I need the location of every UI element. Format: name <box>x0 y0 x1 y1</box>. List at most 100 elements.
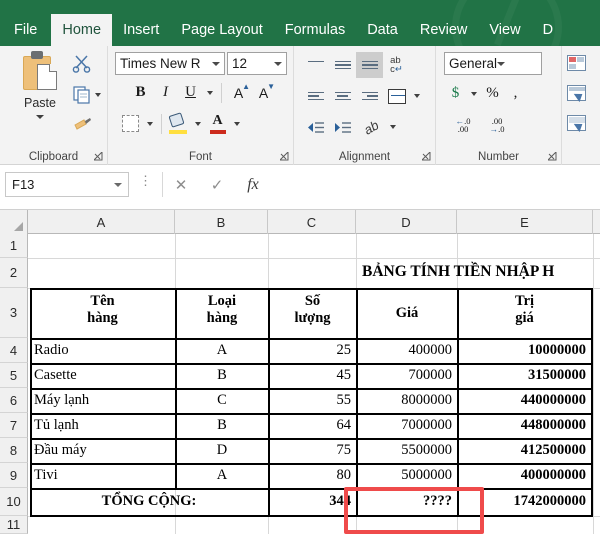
paste-dropdown-caret-icon[interactable] <box>36 115 44 119</box>
header-cell-type[interactable]: Loại hàng <box>177 290 267 336</box>
table-row[interactable]: D <box>177 439 267 462</box>
total-label-cell[interactable]: TỔNG CỘNG: <box>31 489 267 514</box>
copy-button[interactable] <box>72 84 101 109</box>
tab-home[interactable]: Home <box>51 14 113 46</box>
tab-file[interactable]: File <box>0 14 51 46</box>
fill-color-button[interactable] <box>166 111 191 136</box>
column-header-f[interactable] <box>593 210 600 234</box>
table-row[interactable]: 80 <box>270 464 355 487</box>
table-row[interactable]: Tủ lạnh <box>31 414 174 437</box>
row-header-8[interactable]: 8 <box>0 438 28 463</box>
table-row[interactable]: 440000000 <box>459 389 590 412</box>
row-header-6[interactable]: 6 <box>0 388 28 413</box>
tab-developer[interactable]: D <box>532 14 564 46</box>
table-row[interactable]: 10000000 <box>459 339 590 362</box>
table-row[interactable]: 700000 <box>358 364 456 387</box>
table-row[interactable]: 75 <box>270 439 355 462</box>
font-name-combobox[interactable]: Times New R <box>115 52 225 75</box>
table-row[interactable]: 64 <box>270 414 355 437</box>
total-price-cell[interactable]: ???? <box>358 489 456 514</box>
tab-data[interactable]: Data <box>356 14 409 46</box>
header-cell-name[interactable]: Tên hàng <box>31 290 174 336</box>
underline-button[interactable]: U <box>178 80 203 105</box>
increase-indent-button[interactable] <box>329 114 356 140</box>
cut-button[interactable] <box>72 53 92 78</box>
table-row[interactable]: C <box>177 389 267 412</box>
insert-function-button[interactable]: fx <box>235 172 271 197</box>
row-header-5[interactable]: 5 <box>0 363 28 388</box>
column-header-b[interactable]: B <box>175 210 268 234</box>
table-row[interactable]: 25 <box>270 339 355 362</box>
increase-font-size-button[interactable]: A ▲ <box>226 80 251 105</box>
table-row[interactable]: 7000000 <box>358 414 456 437</box>
column-header-e[interactable]: E <box>457 210 593 234</box>
alignment-dialog-launcher[interactable] <box>422 152 431 161</box>
paste-button[interactable]: Paste <box>14 51 66 119</box>
tab-page-layout[interactable]: Page Layout <box>170 14 273 46</box>
decrease-decimal-button[interactable]: .00 →.0 <box>480 112 514 137</box>
row-header-4[interactable]: 4 <box>0 338 28 363</box>
decrease-font-size-button[interactable]: A ▼ <box>251 80 276 105</box>
total-qty-cell[interactable]: 344 <box>270 489 355 514</box>
column-header-d[interactable]: D <box>356 210 457 234</box>
font-dialog-launcher[interactable] <box>280 152 289 161</box>
table-row[interactable]: 31500000 <box>459 364 590 387</box>
column-header-c[interactable]: C <box>268 210 356 234</box>
tab-review[interactable]: Review <box>409 14 479 46</box>
table-row[interactable]: Casette <box>31 364 174 387</box>
table-row[interactable]: 400000000 <box>459 464 590 487</box>
table-row[interactable]: 8000000 <box>358 389 456 412</box>
total-value-cell[interactable]: 1742000000 <box>459 489 590 514</box>
tab-view[interactable]: View <box>478 14 531 46</box>
cell-styles-button[interactable] <box>567 112 597 136</box>
table-row[interactable]: Tivi <box>31 464 174 487</box>
cancel-formula-button[interactable]: ✕ <box>163 172 199 197</box>
table-row[interactable]: 45 <box>270 364 355 387</box>
number-dialog-launcher[interactable] <box>548 152 557 161</box>
orientation-dropdown-caret-icon[interactable] <box>386 114 400 140</box>
table-row[interactable]: Máy lạnh <box>31 389 174 412</box>
align-bottom-button[interactable] <box>356 52 383 78</box>
accounting-dropdown-caret-icon[interactable] <box>467 81 481 106</box>
align-middle-button[interactable] <box>329 52 356 78</box>
increase-decimal-button[interactable]: ←.0 .00 <box>446 112 480 137</box>
font-color-button[interactable]: A <box>205 111 230 136</box>
tab-insert[interactable]: Insert <box>112 14 170 46</box>
formula-input[interactable] <box>271 172 596 197</box>
table-row[interactable]: A <box>177 339 267 362</box>
row-header-7[interactable]: 7 <box>0 413 28 438</box>
bold-button[interactable]: B <box>128 80 153 105</box>
row-header-1[interactable]: 1 <box>0 234 28 258</box>
select-all-corner[interactable] <box>0 210 28 234</box>
header-cell-value[interactable]: Trị giá <box>459 290 590 336</box>
font-color-dropdown-caret-icon[interactable] <box>230 111 244 136</box>
conditional-formatting-button[interactable] <box>567 52 597 76</box>
comma-format-button[interactable]: , <box>504 81 527 106</box>
sheet-title[interactable]: BẢNG TÍNH TIỀN NHẬP H <box>362 263 554 281</box>
number-format-combobox[interactable]: General <box>444 52 542 75</box>
formula-bar-handle[interactable]: ⋮ <box>139 174 152 187</box>
table-row[interactable]: 5500000 <box>358 439 456 462</box>
row-header-3[interactable]: 3 <box>0 288 28 338</box>
wrap-text-button[interactable]: ab c↵ <box>383 52 410 78</box>
table-row[interactable]: 55 <box>270 389 355 412</box>
row-header-11[interactable]: 11 <box>0 516 28 534</box>
table-row[interactable]: Radio <box>31 339 174 362</box>
accounting-format-button[interactable]: $ <box>444 81 467 106</box>
name-box[interactable]: F13 <box>5 172 129 197</box>
tab-formulas[interactable]: Formulas <box>274 14 356 46</box>
table-row[interactable]: A <box>177 464 267 487</box>
percent-format-button[interactable]: % <box>481 81 504 106</box>
italic-button[interactable]: I <box>153 80 178 105</box>
align-top-button[interactable] <box>302 52 329 78</box>
table-row[interactable]: Đầu máy <box>31 439 174 462</box>
copy-dropdown-caret-icon[interactable] <box>95 93 101 97</box>
font-size-combobox[interactable]: 12 <box>227 52 287 75</box>
confirm-formula-button[interactable]: ✓ <box>199 172 235 197</box>
fill-color-dropdown-caret-icon[interactable] <box>191 111 205 136</box>
clipboard-dialog-launcher[interactable] <box>94 152 103 161</box>
merge-and-center-button[interactable] <box>383 83 410 109</box>
column-header-a[interactable]: A <box>28 210 175 234</box>
format-painter-button[interactable] <box>72 116 92 139</box>
format-as-table-button[interactable] <box>567 82 597 106</box>
